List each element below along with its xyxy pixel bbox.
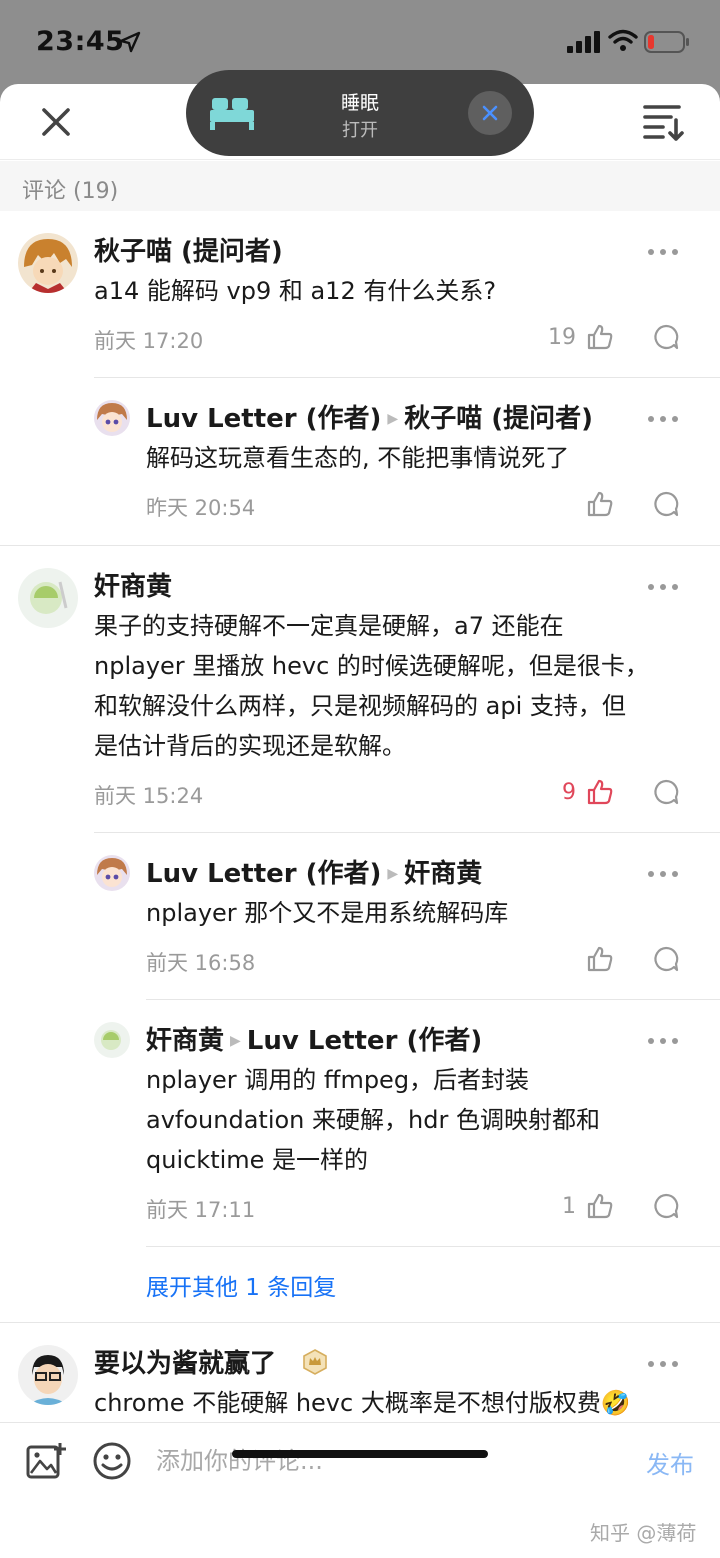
emoji-icon[interactable]	[92, 1441, 132, 1481]
reply-item: Luv Letter (作者) ▶ 秋子喵 (提问者) 解码这玩意看生态的, 不能把…	[0, 378, 720, 546]
sleep-focus-banner[interactable]: 睡眠 打开	[186, 70, 534, 156]
reply-to-author[interactable]: 奸商黄	[404, 859, 482, 889]
thumbs-up-icon[interactable]	[586, 1192, 614, 1220]
divider	[146, 1246, 720, 1247]
reply-bubble-icon[interactable]	[652, 490, 680, 518]
wifi-icon	[608, 29, 638, 51]
more-options-icon[interactable]	[646, 247, 680, 257]
avatar[interactable]	[94, 400, 130, 436]
watermark: 知乎 @薄荷	[590, 1521, 697, 1545]
home-indicator	[232, 1450, 488, 1458]
comment-text-line: nplayer 里播放 hevc 的时候选硬解呢，但是很卡，	[94, 652, 649, 680]
reply-author-line: 奸商黄 ▶ Luv Letter (作者)	[146, 1020, 482, 1057]
comment-text: chrome 不能硬解 hevc 大概率是不想付版权费🤣	[94, 1389, 631, 1417]
comment-item: 奸商黄 果子的支持硬解不一定真是硬解，a7 还能在 nplayer 里播放 he…	[0, 546, 720, 833]
comment-author[interactable]: 要以为酱就赢了	[94, 1343, 276, 1380]
comment-text: nplayer 调用的 ffmpeg，后者封装 avfoundation 来硬解…	[146, 1060, 686, 1180]
comment-composer: 发布 知乎 @薄荷	[0, 1422, 720, 1558]
avatar[interactable]	[18, 568, 78, 628]
comment-text-line: 是估计背后的实现还是软解。	[94, 732, 406, 760]
more-options-icon[interactable]	[646, 869, 680, 879]
reply-bubble-icon[interactable]	[652, 778, 680, 806]
reply-to-author[interactable]: 秋子喵 (提问者)	[404, 404, 593, 434]
cellular-signal-icon	[567, 31, 600, 53]
comment-input[interactable]	[156, 1441, 616, 1481]
comment-text-line: quicktime 是一样的	[146, 1146, 369, 1174]
status-time: 23:45	[36, 26, 125, 57]
reply-bubble-icon[interactable]	[652, 1192, 680, 1220]
reply-author[interactable]: 奸商黄	[146, 1026, 224, 1056]
add-image-icon[interactable]	[26, 1441, 66, 1481]
more-options-icon[interactable]	[646, 1359, 680, 1369]
reply-arrow-icon: ▶	[387, 411, 399, 427]
avatar[interactable]	[18, 233, 78, 293]
reply-author-line: Luv Letter (作者) ▶ 奸商黄	[146, 853, 482, 890]
comment-text: nplayer 那个又不是用系统解码库	[146, 899, 509, 927]
like-count: 9	[562, 780, 576, 805]
sleep-dismiss-button[interactable]	[468, 91, 512, 135]
comments-sheet: 评论 (19) 秋子喵 (提问者) a14 能解码 vp9 和 a12 有什么关…	[0, 84, 720, 1558]
avatar[interactable]	[94, 1022, 130, 1058]
more-options-icon[interactable]	[646, 414, 680, 424]
comment-text-line: avfoundation 来硬解，hdr 色调映射都和	[146, 1106, 600, 1134]
reply-bubble-icon[interactable]	[652, 945, 680, 973]
reply-arrow-icon: ▶	[387, 866, 399, 882]
close-icon[interactable]	[36, 102, 76, 142]
like-count: 1	[562, 1194, 576, 1219]
thumbs-up-icon[interactable]	[586, 945, 614, 973]
comment-count: 评论 (19)	[22, 179, 119, 204]
publish-button[interactable]: 发布	[646, 1445, 694, 1480]
comment-time: 前天 16:58	[146, 951, 256, 975]
crown-badge-icon	[303, 1349, 327, 1375]
reply-bubble-icon[interactable]	[652, 323, 680, 351]
comment-text-line: 果子的支持硬解不一定真是硬解，a7 还能在	[94, 612, 564, 640]
reply-item: 奸商黄 ▶ Luv Letter (作者) nplayer 调用的 ffmpeg，后…	[0, 1000, 720, 1247]
comment-time: 前天 17:20	[94, 329, 204, 353]
more-options-icon[interactable]	[646, 582, 680, 592]
avatar[interactable]	[94, 855, 130, 891]
comment-item: 要以为酱就赢了 chrome 不能硬解 hevc 大概率是不想付版权费🤣	[0, 1323, 720, 1423]
reply-arrow-icon: ▶	[230, 1033, 241, 1049]
comment-text: a14 能解码 vp9 和 a12 有什么关系?	[94, 277, 497, 305]
comment-text: 果子的支持硬解不一定真是硬解，a7 还能在 nplayer 里播放 hevc 的…	[94, 606, 694, 766]
reply-author[interactable]: Luv Letter (作者)	[146, 859, 381, 889]
thumbs-up-icon[interactable]	[586, 778, 614, 806]
comment-text-line: 和软解没什么两样，只是视频解码的 api 支持，但	[94, 692, 626, 720]
reply-author-line: Luv Letter (作者) ▶ 秋子喵 (提问者)	[146, 398, 593, 435]
more-options-icon[interactable]	[646, 1036, 680, 1046]
sort-icon[interactable]	[642, 102, 686, 142]
comment-text: 解码这玩意看生态的, 不能把事情说死了	[146, 444, 570, 472]
comment-count-bar: 评论 (19)	[0, 161, 720, 211]
comment-time: 昨天 20:54	[146, 496, 256, 520]
reply-to-author[interactable]: Luv Letter (作者)	[247, 1026, 482, 1056]
reply-item: Luv Letter (作者) ▶ 奸商黄 nplayer 那个又不是用系统解码库 …	[0, 833, 720, 1000]
comment-author[interactable]: 秋子喵 (提问者)	[94, 231, 283, 268]
comment-time: 前天 17:11	[146, 1198, 256, 1222]
comment-time: 前天 15:24	[94, 784, 204, 808]
thumbs-up-icon[interactable]	[586, 490, 614, 518]
comment-text-line: nplayer 调用的 ffmpeg，后者封装	[146, 1066, 530, 1094]
comment-item: 秋子喵 (提问者) a14 能解码 vp9 和 a12 有什么关系? 前天 17…	[0, 211, 720, 378]
location-arrow-icon	[119, 31, 141, 53]
thumbs-up-icon[interactable]	[586, 323, 614, 351]
comment-author[interactable]: 奸商黄	[94, 566, 172, 603]
close-icon	[482, 105, 498, 121]
reply-author[interactable]: Luv Letter (作者)	[146, 404, 381, 434]
avatar[interactable]	[18, 1345, 78, 1405]
expand-more-replies-link[interactable]: 展开其他 1 条回复	[146, 1268, 336, 1302]
like-count: 19	[548, 325, 576, 350]
battery-low-icon	[644, 31, 689, 53]
